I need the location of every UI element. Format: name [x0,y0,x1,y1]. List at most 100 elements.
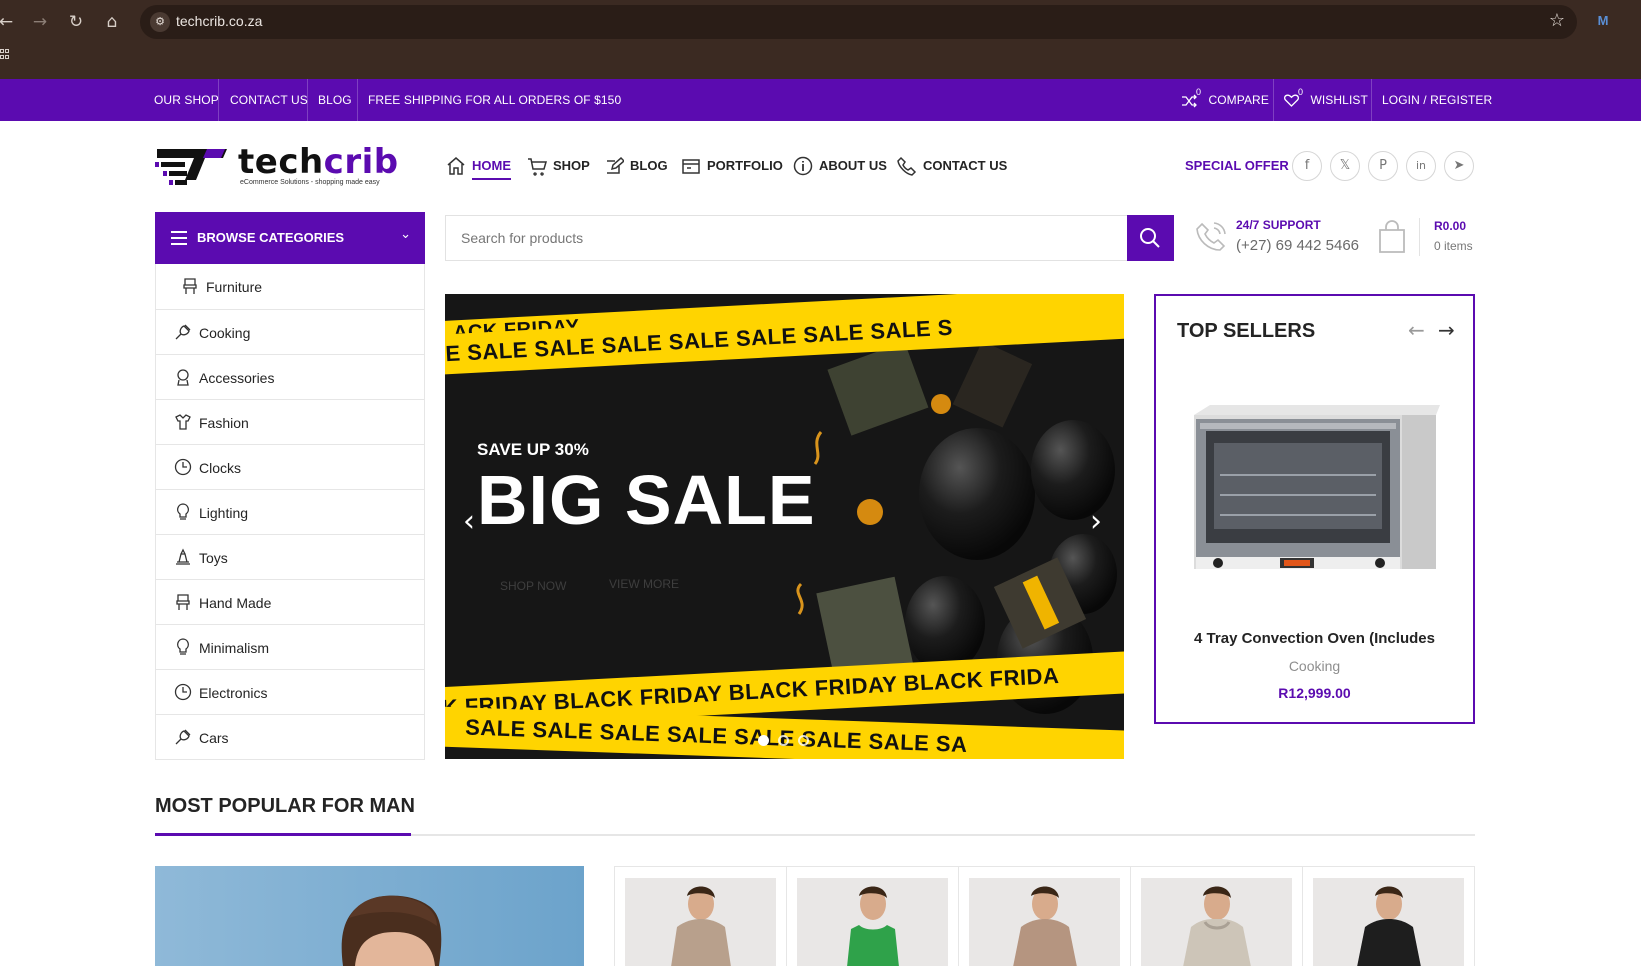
cart-amount: R0.00 [1434,219,1467,233]
product-card[interactable] [615,867,787,966]
reload-icon[interactable]: ↻ [64,10,88,34]
slider-next-icon[interactable]: › [1090,504,1102,539]
slider-dot-3[interactable] [798,735,809,746]
browser-chrome: ← → ↻ ⌂ ⚙ techcrib.co.za ☆ M [0,0,1641,79]
product-image[interactable] [797,878,948,966]
product-image[interactable] [1141,878,1292,966]
forward-icon[interactable]: → [28,10,52,34]
nav-contact-us[interactable]: CONTACT US [897,152,1007,182]
home-icon[interactable]: ⌂ [100,10,124,34]
hero-slider[interactable]: BLACK FRIDAY E SALE SALE SALE SALE SALE … [445,294,1124,759]
extension-icon[interactable]: M [1594,12,1612,30]
linkedin-icon[interactable]: in [1406,151,1436,181]
category-item-fashion[interactable]: Fashion [156,399,424,444]
phone-icon [897,156,917,176]
model-black-tshirt-image [1357,886,1421,966]
telegram-icon[interactable]: ➤ [1444,151,1474,181]
arrow-right-icon[interactable]: → [1438,318,1455,342]
home-icon [447,157,465,175]
model-tan-tshirt-image [1013,886,1077,966]
product-image[interactable] [969,878,1120,966]
nav-about-us-label: ABOUT US [819,158,887,173]
chair-icon [176,594,190,610]
slider-prev-icon[interactable]: ‹ [463,504,475,539]
section-title-underline [155,833,411,836]
logo-wordmark: techcrib [238,142,399,182]
nav-blog[interactable]: BLOG [604,152,668,182]
category-item-toys[interactable]: Toys [156,534,424,579]
nav-shop-label: SHOP [553,158,590,173]
category-item-cooking[interactable]: Cooking [156,309,424,354]
cooking-icon [175,324,191,340]
product-card[interactable] [959,867,1131,966]
category-item-clocks[interactable]: Clocks [156,444,424,489]
category-label: Accessories [199,370,275,386]
category-item-hand-made[interactable]: Hand Made [156,579,424,624]
toy-icon [176,548,190,565]
wishlist-count: 0 [1298,87,1304,97]
url-text[interactable]: techcrib.co.za [176,13,262,29]
browse-categories-toggle[interactable]: BROWSE CATEGORIES ⌄ [155,212,425,264]
product-category[interactable]: Cooking [1156,658,1473,674]
category-item-minimalism[interactable]: Minimalism [156,624,424,669]
nav-shop[interactable]: SHOP [527,152,590,182]
product-card[interactable] [1131,867,1303,966]
compare-link[interactable]: 0 COMPARE [1181,79,1269,121]
search-button[interactable] [1127,215,1174,261]
topbar-divider [357,79,358,121]
top-sellers-widget: TOP SELLERS ← → 4 Tray Convection Oven (… [1154,294,1475,724]
address-bar[interactable]: ⚙ techcrib.co.za ☆ [140,5,1577,39]
category-label: Toys [199,550,228,566]
topbar-link-blog[interactable]: BLOG [318,79,352,121]
category-list: Furniture Cooking Accessories Fashion Cl… [155,264,425,760]
special-offer-link[interactable]: SPECIAL OFFER [1185,158,1289,173]
most-popular-title: MOST POPULAR FOR MAN [155,795,415,817]
product-image[interactable] [1313,878,1464,966]
slider-dot-1[interactable] [758,735,769,746]
category-item-electronics[interactable]: Electronics [156,669,424,714]
category-item-accessories[interactable]: Accessories [156,354,424,399]
support-info[interactable]: 24/7 SUPPORT (+27) 69 442 5466 [1195,216,1365,260]
wishlist-link[interactable]: 0 WISHLIST [1284,79,1368,121]
category-item-cars[interactable]: Cars [156,714,424,759]
clock-icon [174,458,192,476]
product-image[interactable] [625,878,776,966]
site-logo[interactable]: techcrib eCommerce Solutions - shopping … [155,142,410,190]
cart-icon [528,158,547,176]
category-label: Furniture [206,279,263,295]
menu-icon [171,231,187,245]
arrow-left-icon[interactable]: ← [1408,318,1425,342]
product-price: R12,999.00 [1278,685,1351,701]
nav-contact-us-label: CONTACT US [923,158,1008,173]
chair-icon [183,278,197,294]
product-card[interactable] [1303,867,1475,966]
product-image-oven[interactable] [1190,403,1442,575]
nav-about-us[interactable]: ABOUT US [793,152,887,182]
topbar-link-contact-us[interactable]: CONTACT US [230,79,308,121]
category-item-furniture[interactable]: Furniture [156,264,424,309]
topbar-divider [1273,79,1274,121]
cooking-icon [175,729,191,745]
site-info-icon[interactable]: ⚙ [150,12,170,32]
back-icon[interactable]: ← [0,10,18,34]
view-more-button[interactable]: VIEW MORE [609,577,679,591]
nav-portfolio[interactable]: PORTFOLIO [681,152,783,182]
product-name[interactable]: 4 Tray Convection Oven (Includes [1156,630,1473,647]
topbar-link-our-shop[interactable]: OUR SHOP [154,79,219,121]
slider-dot-2[interactable] [778,735,789,746]
search-input[interactable] [446,216,1128,260]
x-icon[interactable]: 𝕏 [1330,151,1360,181]
facebook-icon[interactable]: f [1292,151,1322,181]
compare-count: 0 [1196,87,1202,97]
nav-home[interactable]: HOME [446,152,511,182]
login-register-link[interactable]: LOGIN / REGISTER [1382,79,1492,121]
pinterest-icon[interactable]: P [1368,151,1398,181]
shop-now-button[interactable]: SHOP NOW [500,579,566,593]
mini-cart[interactable]: R0.00 0 items [1378,216,1478,260]
bookmark-star-icon[interactable]: ☆ [1549,10,1565,31]
category-item-lighting[interactable]: Lighting [156,489,424,534]
portfolio-icon [682,159,700,174]
apps-grid-icon[interactable] [0,49,10,63]
man-promo-banner[interactable] [155,866,584,966]
product-card[interactable] [787,867,959,966]
